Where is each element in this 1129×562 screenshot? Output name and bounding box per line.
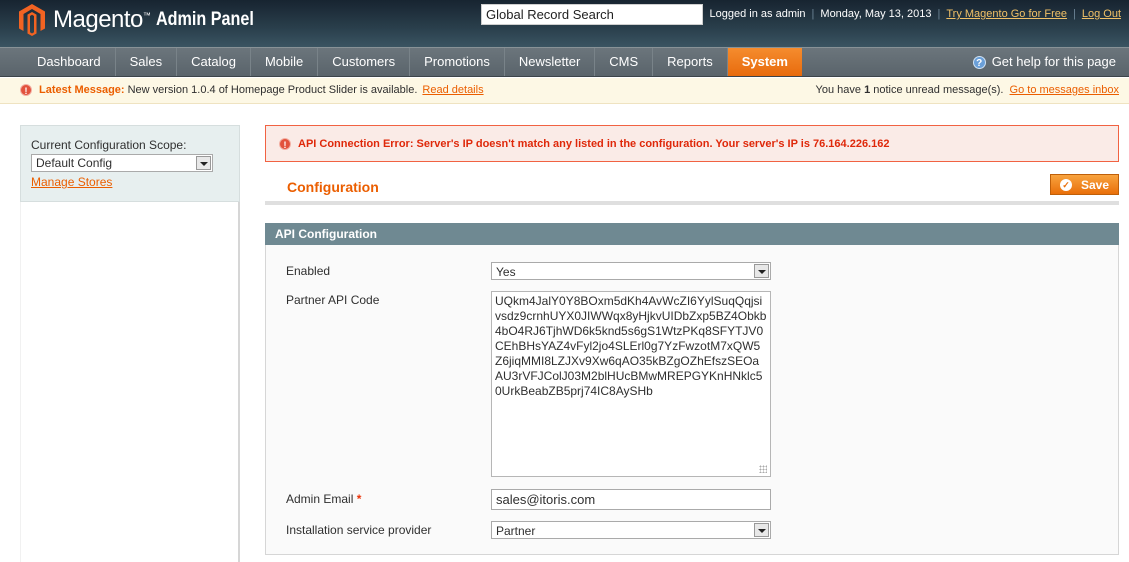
brand-name: Magento™ (53, 6, 151, 34)
brand-subtitle: Admin Panel (156, 9, 255, 30)
try-magento-go-link[interactable]: Try Magento Go for Free (946, 8, 1067, 20)
scope-select[interactable]: Default Config (31, 154, 213, 172)
magento-logo-icon (19, 4, 45, 36)
separator: | (811, 8, 815, 20)
error-message: ! API Connection Error: Server's IP does… (265, 125, 1119, 162)
main-nav: Dashboard Sales Catalog Mobile Customers… (0, 47, 1129, 77)
nav-item-dashboard[interactable]: Dashboard (23, 48, 116, 76)
latest-message-label: Latest Message: (39, 84, 125, 96)
config-scope-panel: Current Configuration Scope: Default Con… (20, 125, 240, 202)
nav-item-catalog[interactable]: Catalog (177, 48, 251, 76)
provider-label: Installation service provider (286, 523, 432, 537)
messages-inbox-link[interactable]: Go to messages inbox (1010, 84, 1119, 96)
manage-stores-link[interactable]: Manage Stores (31, 175, 112, 189)
chevron-down-icon[interactable] (196, 156, 211, 170)
nav-item-sales[interactable]: Sales (116, 48, 178, 76)
fieldset-header[interactable]: API Configuration (265, 223, 1119, 245)
brand-tm: ™ (142, 11, 151, 20)
nav-item-promotions[interactable]: Promotions (410, 48, 505, 76)
logout-link[interactable]: Log Out (1082, 8, 1121, 20)
unread-prefix: You have (815, 84, 861, 96)
save-button[interactable]: ✓ Save (1050, 174, 1119, 195)
enabled-select[interactable]: Yes (491, 262, 771, 280)
save-label: Save (1080, 177, 1110, 192)
notification-bar: ! Latest Message: New version 1.0.4 of H… (0, 78, 1129, 104)
api-code-value: UQkm4JalY0Y8BOxm5dKh4AvWcZI6YylSuqQqjsiv… (495, 294, 767, 398)
read-details-link[interactable]: Read details (422, 84, 483, 96)
nav-item-newsletter[interactable]: Newsletter (505, 48, 596, 76)
header-links: Logged in as admin | Monday, May 13, 201… (710, 8, 1121, 20)
help-link[interactable]: ? Get help for this page (972, 48, 1116, 76)
error-text: API Connection Error: Server's IP doesn'… (298, 137, 890, 150)
api-code-textarea[interactable]: UQkm4JalY0Y8BOxm5dKh4AvWcZI6YylSuqQqjsiv… (491, 291, 771, 477)
unread-suffix: notice unread message(s). (873, 84, 1004, 96)
scope-value: Default Config (36, 156, 113, 170)
enabled-value: Yes (496, 265, 516, 279)
separator: | (1073, 8, 1076, 20)
nav-item-customers[interactable]: Customers (318, 48, 411, 76)
error-icon: ! (279, 137, 291, 150)
check-icon: ✓ (1059, 178, 1072, 191)
scope-label: Current Configuration Scope: (31, 138, 187, 152)
admin-email-label-text: Admin Email (286, 492, 354, 506)
separator: | (937, 8, 941, 20)
required-mark: * (356, 492, 362, 506)
nav-item-reports[interactable]: Reports (653, 48, 728, 76)
current-date: Monday, May 13, 2013 (820, 8, 932, 20)
page-title: Configuration (287, 179, 379, 195)
admin-email-label: Admin Email * (286, 492, 361, 506)
admin-header: Magento™ Admin Panel Logged in as admin … (0, 0, 1129, 47)
unread-count: 1 (864, 84, 871, 96)
divider (265, 201, 1119, 205)
chevron-down-icon[interactable] (754, 523, 769, 537)
nav-item-system[interactable]: System (727, 48, 802, 76)
alert-icon: ! (20, 84, 32, 96)
sidebar-tabs-area (20, 202, 240, 562)
latest-message-text: New version 1.0.4 of Homepage Product Sl… (127, 84, 418, 96)
chevron-down-icon[interactable] (754, 264, 769, 278)
nav-item-cms[interactable]: CMS (595, 48, 654, 76)
brand-text: Magento (53, 6, 143, 33)
help-icon: ? (972, 55, 986, 69)
provider-value: Partner (496, 524, 536, 538)
logged-in-text: Logged in as admin (709, 8, 806, 20)
resize-handle-icon[interactable] (759, 465, 767, 473)
provider-select[interactable]: Partner (491, 521, 771, 539)
help-text: Get help for this page (991, 54, 1116, 69)
global-search-input[interactable] (481, 4, 703, 25)
nav-item-mobile[interactable]: Mobile (251, 48, 319, 76)
magento-logo[interactable]: Magento™ Admin Panel (19, 4, 271, 36)
api-code-label: Partner API Code (286, 293, 380, 307)
enabled-label: Enabled (286, 264, 331, 278)
admin-email-input[interactable]: sales@itoris.com (491, 489, 771, 510)
